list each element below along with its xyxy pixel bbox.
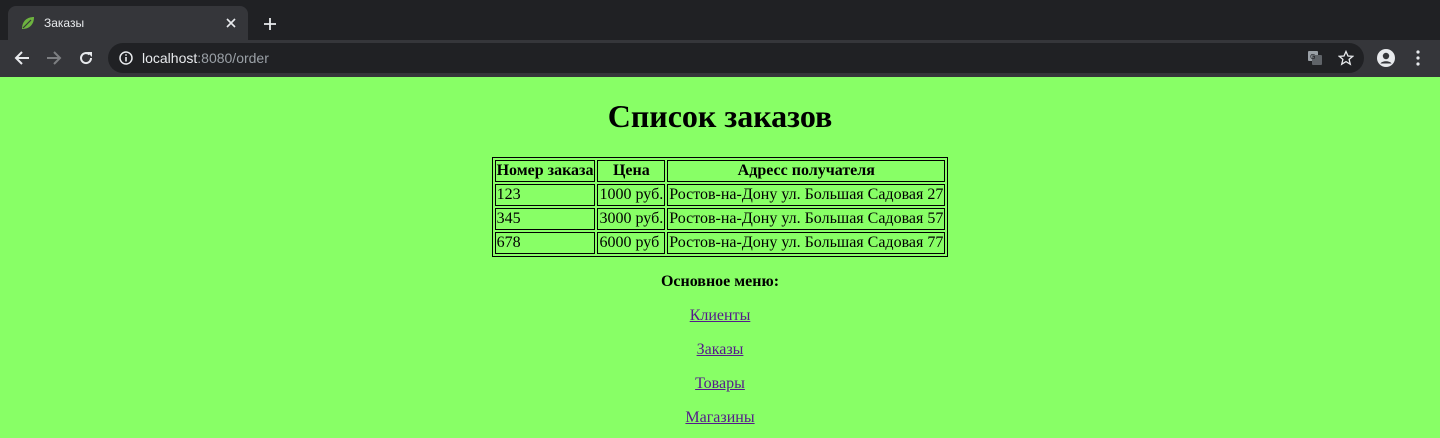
address-bar[interactable]: localhost:8080/order G (108, 43, 1364, 73)
header-address: Адресс получателя (667, 160, 946, 182)
cell-address: Ростов-на-Дону ул. Большая Садовая 27 (667, 184, 946, 206)
browser-chrome: Заказы localhost:8080/order G (0, 0, 1440, 77)
table-row: 678 6000 руб Ростов-на-Дону ул. Большая … (494, 232, 946, 254)
orders-table: Номер заказа Цена Адресс получателя 123 … (491, 157, 949, 257)
tab-strip: Заказы (0, 0, 1440, 40)
menu-link-stores[interactable]: Магазины (685, 409, 754, 427)
cell-address: Ростов-на-Дону ул. Большая Садовая 57 (667, 208, 946, 230)
cell-order-number: 345 (494, 208, 596, 230)
cell-address: Ростов-на-Дону ул. Большая Садовая 77 (667, 232, 946, 254)
url-host: localhost (142, 50, 198, 66)
reload-icon[interactable] (74, 46, 98, 70)
translate-icon[interactable]: G (1306, 49, 1324, 67)
tab-title: Заказы (44, 16, 85, 30)
forward-arrow-icon[interactable] (42, 46, 66, 70)
table-row: 123 1000 руб. Ростов-на-Дону ул. Большая… (494, 184, 946, 206)
menu-dots-icon[interactable] (1406, 46, 1430, 70)
leaf-icon (20, 15, 36, 31)
url-text: localhost:8080/order (142, 50, 269, 66)
header-price: Цена (597, 160, 666, 182)
menu-link-clients[interactable]: Клиенты (690, 307, 751, 325)
info-icon[interactable] (118, 50, 134, 66)
cell-price: 1000 руб. (597, 184, 666, 206)
main-menu: Клиенты Заказы Товары Магазины (0, 307, 1440, 427)
profile-avatar-icon[interactable] (1374, 46, 1398, 70)
new-tab-icon[interactable] (258, 12, 282, 36)
browser-toolbar: localhost:8080/order G (0, 40, 1440, 77)
back-arrow-icon[interactable] (10, 46, 34, 70)
url-path: :8080/order (197, 50, 269, 66)
menu-link-products[interactable]: Товары (695, 375, 745, 393)
cell-price: 6000 руб (597, 232, 666, 254)
table-header-row: Номер заказа Цена Адресс получателя (494, 160, 946, 182)
bookmark-star-icon[interactable] (1337, 49, 1355, 67)
page-title: Список заказов (607, 98, 833, 134)
table-row: 345 3000 руб. Ростов-на-Дону ул. Большая… (494, 208, 946, 230)
header-order-number: Номер заказа (494, 160, 596, 182)
browser-tab[interactable]: Заказы (8, 6, 248, 40)
svg-text:G: G (1310, 53, 1315, 61)
menu-link-orders[interactable]: Заказы (697, 341, 744, 359)
cell-order-number: 123 (494, 184, 596, 206)
cell-price: 3000 руб. (597, 208, 666, 230)
close-tab-icon[interactable] (222, 14, 240, 32)
page-content: Список заказов Номер заказа Цена Адресс … (0, 77, 1440, 427)
main-menu-title: Основное меню: (660, 273, 780, 290)
cell-order-number: 678 (494, 232, 596, 254)
